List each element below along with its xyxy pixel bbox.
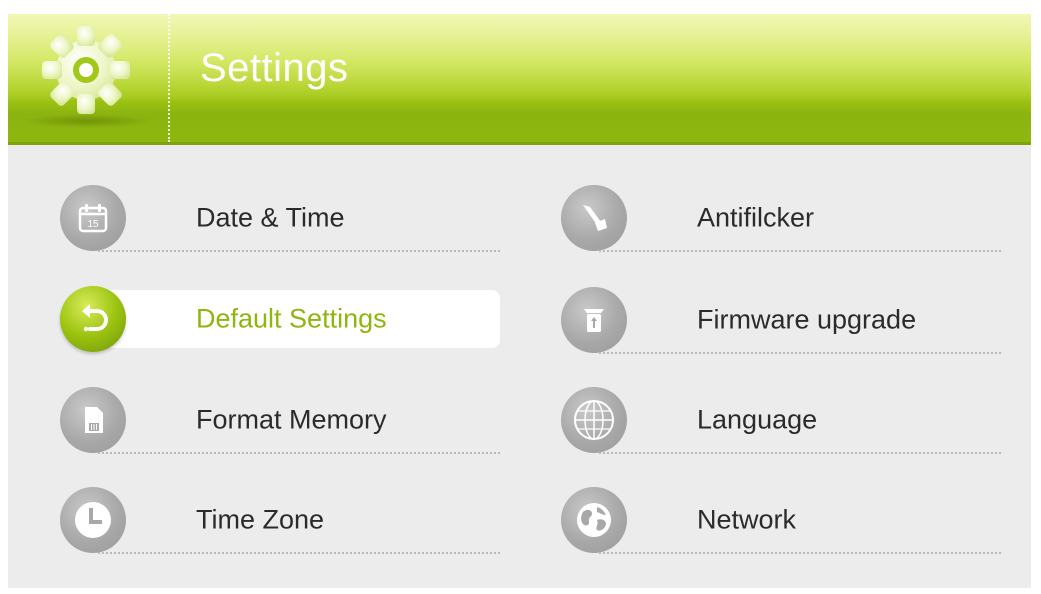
menu-item-label: Time Zone	[196, 504, 325, 535]
menu-item-default-settings[interactable]: Default Settings	[60, 286, 500, 352]
menu-item-label: Network	[697, 504, 797, 535]
header-separator	[168, 14, 170, 142]
dotted-divider	[98, 452, 500, 454]
gear-icon	[42, 26, 130, 114]
menu-item-antifilcker[interactable]: Antifilcker	[561, 184, 1001, 252]
settings-screen: Settings 15 Date & Time Default Settings	[8, 14, 1031, 588]
clock-icon	[60, 487, 126, 553]
dotted-divider	[599, 452, 1001, 454]
undo-icon	[60, 286, 126, 352]
header-gloss	[8, 14, 1031, 100]
calendar-icon: 15	[60, 185, 126, 251]
page-title: Settings	[200, 46, 349, 90]
menu-item-label: Language	[697, 404, 818, 435]
menu-item-label: Date & Time	[196, 202, 345, 233]
header-bar: Settings	[8, 14, 1031, 145]
menu-item-date-time[interactable]: 15 Date & Time	[60, 184, 500, 252]
menu-item-format-memory[interactable]: Format Memory	[60, 386, 500, 454]
menu-item-label: Default Settings	[196, 303, 387, 334]
menu-item-label: Firmware upgrade	[697, 304, 917, 335]
menu-item-language[interactable]: Language	[561, 386, 1001, 454]
calendar-day-text: 15	[87, 219, 99, 230]
firmware-upgrade-icon	[561, 287, 627, 353]
menu-item-label: Format Memory	[196, 404, 387, 435]
menu-item-time-zone[interactable]: Time Zone	[60, 486, 500, 554]
dotted-divider	[98, 250, 500, 252]
menu-item-label: Antifilcker	[697, 202, 815, 233]
globe-grid-icon	[561, 387, 627, 453]
menu-item-network[interactable]: Network	[561, 486, 1001, 554]
earth-icon	[561, 487, 627, 553]
sd-card-icon	[60, 387, 126, 453]
menu-item-firmware-upgrade[interactable]: Firmware upgrade	[561, 286, 1001, 354]
dotted-divider	[599, 250, 1001, 252]
dotted-divider	[599, 352, 1001, 354]
antifilcker-icon	[561, 185, 627, 251]
dotted-divider	[599, 552, 1001, 554]
dotted-divider	[98, 552, 500, 554]
